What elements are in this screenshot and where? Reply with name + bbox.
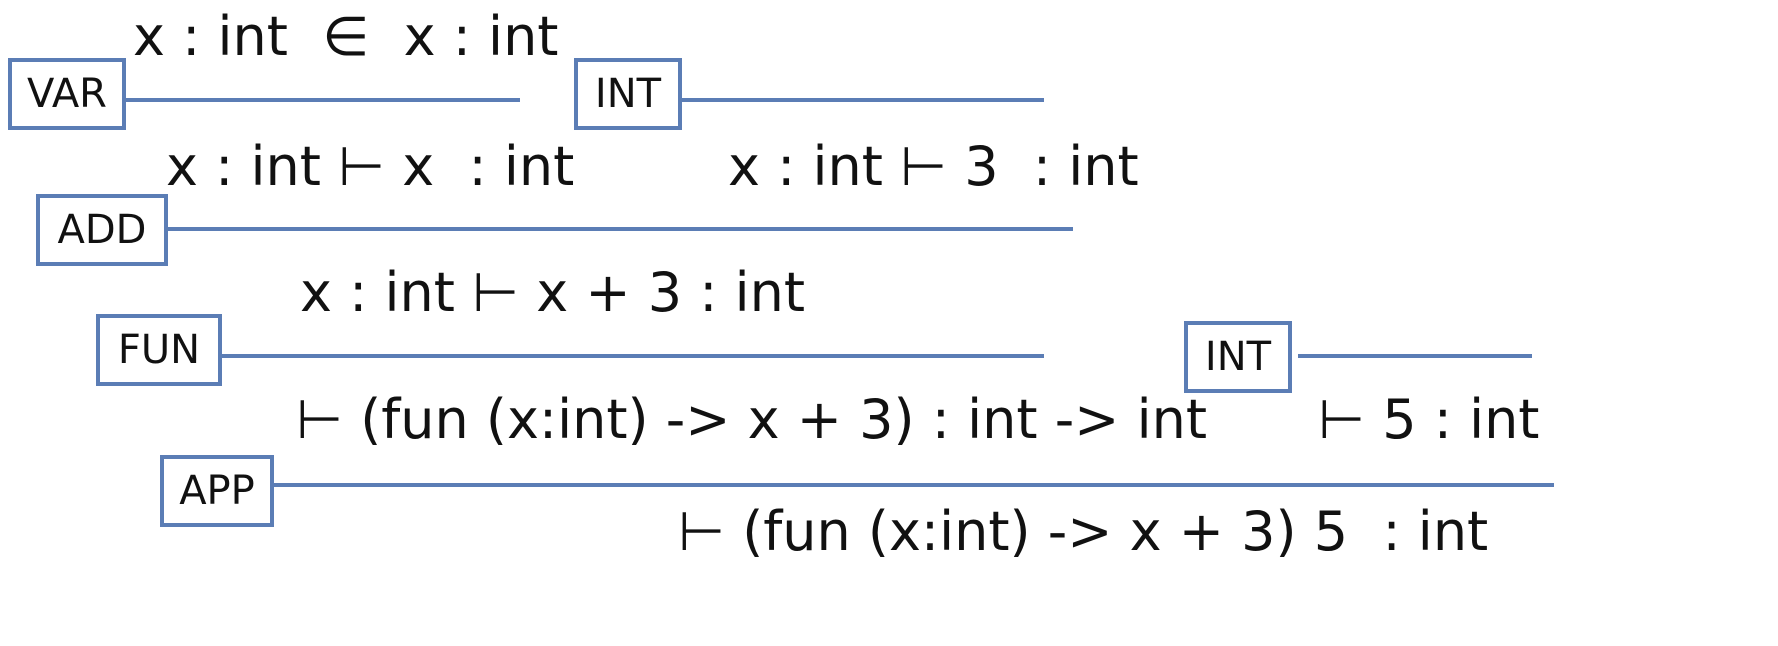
- var-rule-label: VAR: [8, 58, 126, 130]
- app-conclusion: ⊢ (fun (x:int) -> x + 3) 5 : int: [678, 500, 1489, 563]
- var-inference-line: [124, 98, 520, 102]
- int-inference-line-1: [680, 98, 1044, 102]
- int-conclusion-2: ⊢ 5 : int: [1318, 388, 1540, 451]
- fun-inference-line: [220, 354, 1044, 358]
- app-rule-label: APP: [160, 455, 274, 527]
- add-conclusion: x : int ⊢ x + 3 : int: [300, 261, 806, 324]
- var-premise: x : int ∈ x : int: [133, 5, 559, 68]
- int-inference-line-2: [1298, 354, 1532, 358]
- add-inference-line: [166, 227, 1073, 231]
- var-conclusion: x : int ⊢ x : int: [166, 135, 575, 198]
- fun-rule-label: FUN: [96, 314, 222, 386]
- int-rule-label-2: INT: [1184, 321, 1292, 393]
- app-inference-line: [272, 483, 1554, 487]
- typing-derivation: x : int ∈ x : int VAR INT x : int ⊢ x : …: [0, 0, 1778, 646]
- int-conclusion-1: x : int ⊢ 3 : int: [728, 135, 1139, 198]
- fun-conclusion: ⊢ (fun (x:int) -> x + 3) : int -> int: [296, 388, 1207, 451]
- int-rule-label-1: INT: [574, 58, 682, 130]
- add-rule-label: ADD: [36, 194, 168, 266]
